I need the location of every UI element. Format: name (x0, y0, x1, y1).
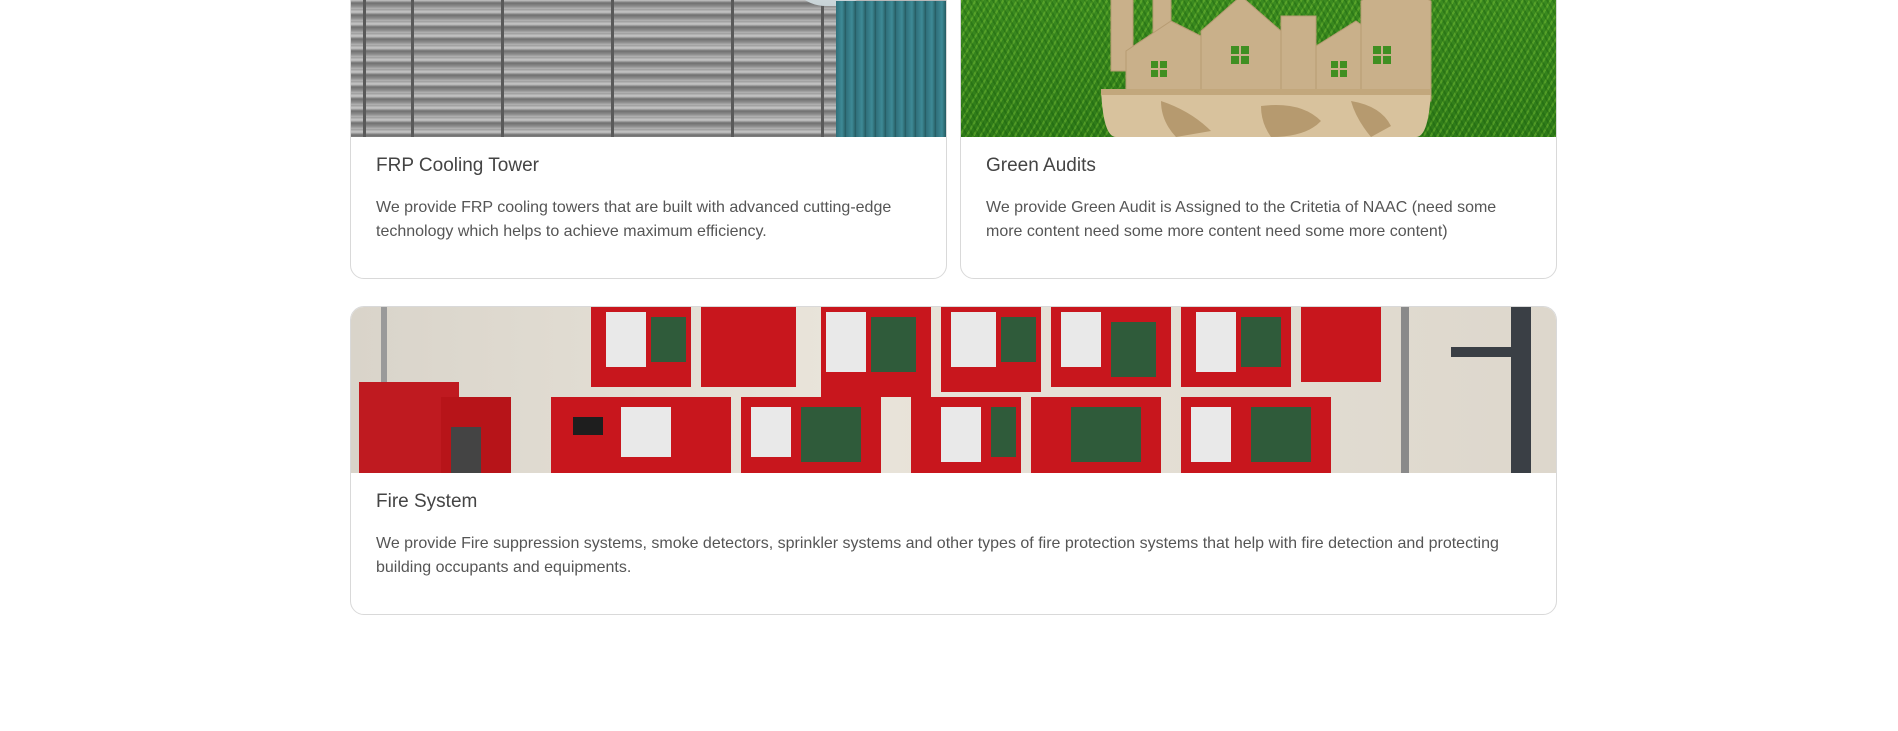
service-card-fire-system[interactable]: Fire System We provide Fire suppression … (350, 306, 1557, 615)
card-title: FRP Cooling Tower (376, 155, 539, 176)
card-title: Fire System (376, 491, 478, 512)
card-title: Green Audits (986, 155, 1096, 176)
fire-system-image (351, 307, 1556, 473)
cooling-tower-image (351, 0, 946, 137)
card-description: We provide Fire suppression systems, smo… (376, 535, 1499, 576)
green-audit-image (961, 0, 1556, 137)
service-card-green-audits[interactable]: Green Audits We provide Green Audit is A… (960, 0, 1557, 279)
card-description: We provide FRP cooling towers that are b… (376, 199, 892, 240)
card-description: We provide Green Audit is Assigned to th… (986, 199, 1497, 240)
service-card-cooling-tower[interactable]: FRP Cooling Tower We provide FRP cooling… (350, 0, 947, 279)
